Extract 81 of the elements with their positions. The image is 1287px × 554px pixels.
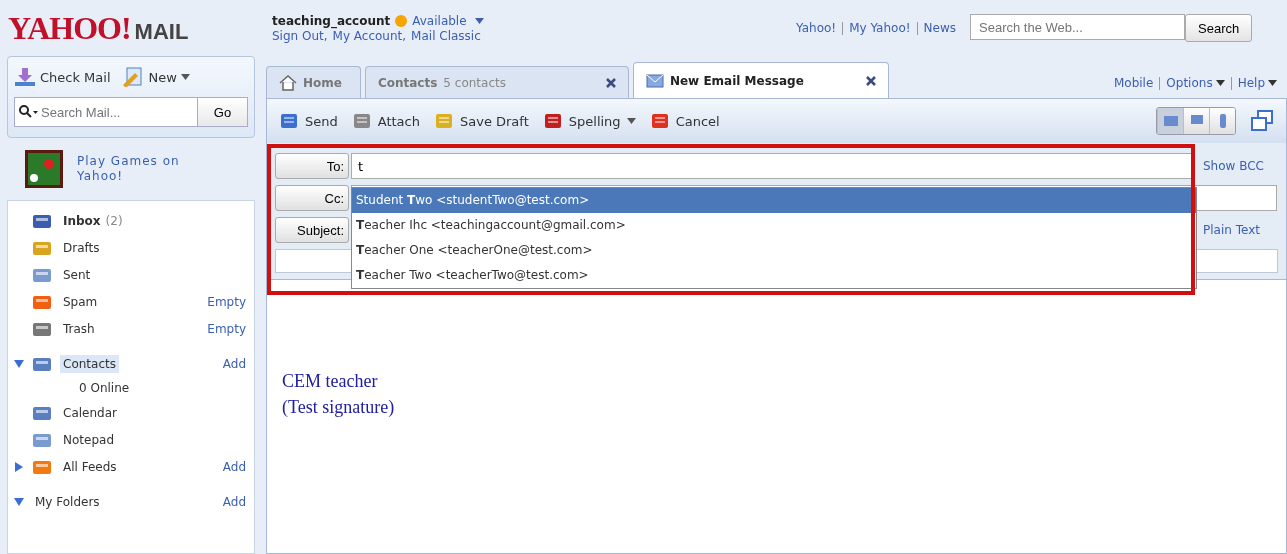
top-link[interactable]: Yahoo! (796, 21, 837, 35)
expand-triangle-icon[interactable] (14, 358, 24, 369)
unread-count: (2) (105, 213, 123, 228)
toolbar-icon (433, 112, 454, 130)
status-dot-icon (395, 14, 408, 27)
menu-link[interactable]: Mobile (1113, 76, 1154, 90)
mail-logo: MAIL (134, 18, 189, 45)
view-icon (1162, 114, 1179, 128)
caret-icon (626, 118, 636, 124)
new-button[interactable]: New (120, 67, 190, 87)
go-button[interactable]: Go (197, 98, 247, 126)
subject-button[interactable]: Subject: (275, 217, 349, 243)
search-mail-field[interactable]: Search Mail... Go (14, 97, 248, 127)
tab[interactable]: Home (266, 66, 361, 98)
toolbar-button[interactable]: Spelling (542, 112, 636, 130)
signature-text: (Test signature) (282, 396, 396, 419)
tab[interactable]: Contacts 5 contacts (364, 66, 629, 98)
suggestion-item[interactable]: Student Two <studentTwo@test.com> (352, 188, 1196, 213)
yahoo-logo[interactable]: YAHOO! (8, 9, 131, 47)
to-button[interactable]: To: (275, 153, 349, 179)
account-name: teaching_account (272, 13, 391, 28)
menu-link[interactable]: Options (1166, 76, 1213, 90)
search-icon[interactable] (19, 105, 39, 119)
cc-button[interactable]: Cc: (275, 185, 349, 211)
check-mail-button[interactable]: Check Mail (14, 67, 111, 87)
folder-action-link[interactable]: Add (222, 494, 246, 509)
expand-triangle-icon[interactable] (14, 496, 24, 507)
toolbar-button[interactable]: Save Draft (433, 112, 529, 130)
account-link[interactable]: My Account, (332, 28, 407, 43)
account-link[interactable]: Mail Classic (411, 28, 481, 43)
plain-text-link[interactable]: Plain Text (1203, 223, 1260, 237)
house-icon (279, 74, 297, 91)
toolbar-button[interactable]: Cancel (649, 112, 720, 130)
top-link[interactable]: News (923, 21, 956, 35)
view-button[interactable] (1183, 108, 1209, 134)
expand-triangle-icon[interactable] (14, 461, 24, 472)
folder-item[interactable]: Sent (60, 265, 94, 284)
folder-action-link[interactable]: Add (222, 459, 246, 474)
game-icon[interactable] (25, 150, 63, 188)
web-search-field[interactable]: Search the Web... (970, 14, 1185, 40)
toolbar-icon (279, 112, 299, 130)
folder-item[interactable]: Contacts (60, 354, 119, 373)
download-arrow-icon (14, 67, 36, 87)
toolbar-button[interactable]: Attach (351, 112, 420, 130)
promo-link[interactable]: Play Games on Yahoo! (77, 154, 187, 184)
toolbar-icon (542, 112, 563, 130)
close-icon[interactable] (605, 77, 616, 88)
suggestion-item[interactable]: Teacher Two <teacherTwo@test.com> (352, 263, 1196, 288)
show-bcc-link[interactable]: Show BCC (1203, 159, 1264, 173)
folder-item[interactable]: 0 Online (76, 379, 133, 397)
folder-item[interactable]: Spam (60, 292, 101, 311)
top-link[interactable]: My Yahoo! (849, 21, 911, 35)
popout-icon[interactable] (1250, 110, 1274, 132)
status-menu[interactable]: Available (412, 13, 467, 28)
toolbar-icon (351, 112, 372, 130)
suggestion-item[interactable]: Teacher One <teacherOne@test.com> (352, 238, 1196, 263)
folder-item[interactable]: Drafts (60, 238, 103, 257)
account-link[interactable]: Sign Out, (272, 28, 328, 43)
folder-action-link[interactable]: Empty (207, 294, 246, 309)
folder-action-link[interactable]: Add (222, 356, 246, 371)
toolbar-icon (649, 112, 670, 130)
search-button[interactable]: Search (1185, 14, 1253, 42)
menu-link[interactable]: Help (1237, 76, 1265, 90)
toolbar-button[interactable]: Send (279, 112, 338, 130)
caret-icon[interactable] (474, 17, 484, 24)
caret-icon (180, 74, 190, 80)
folder-item[interactable]: My Folders (32, 492, 103, 511)
suggestion-item[interactable]: Teacher Ihc <teachingaccount@gmail.com> (352, 213, 1196, 238)
folder-item[interactable]: Calendar (60, 403, 120, 422)
folder-item[interactable]: Trash (60, 319, 98, 338)
envelope-icon (645, 73, 664, 88)
caret-icon[interactable] (1215, 80, 1225, 86)
caret-icon[interactable] (1268, 80, 1277, 86)
folder-item[interactable]: All Feeds (60, 457, 120, 476)
signature-text: CEM teacher (282, 370, 379, 393)
folder-item[interactable]: Notepad (60, 430, 117, 449)
view-button[interactable] (1209, 108, 1235, 134)
folder-item[interactable]: Inbox (60, 211, 104, 230)
close-icon[interactable] (865, 75, 876, 86)
folder-action-link[interactable]: Empty (207, 321, 246, 336)
tab[interactable]: New Email Message (632, 62, 889, 98)
